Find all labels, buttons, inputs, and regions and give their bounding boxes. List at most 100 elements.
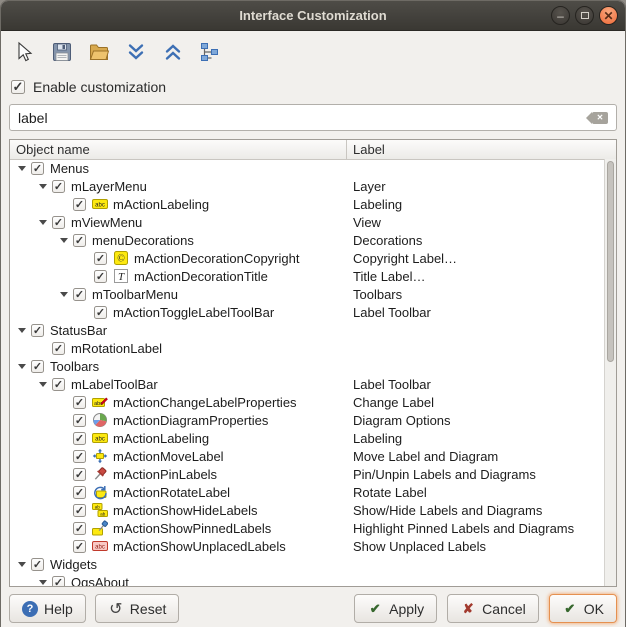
clear-search-icon[interactable] [592, 112, 608, 124]
row-checkbox[interactable] [52, 216, 65, 229]
row-checkbox[interactable] [52, 180, 65, 193]
enable-customization-checkbox[interactable] [11, 80, 25, 94]
tree-row[interactable]: mActionPinLabelsPin/Unpin Labels and Dia… [10, 465, 604, 483]
enable-customization-row: Enable customization [1, 73, 625, 95]
row-checkbox[interactable] [73, 414, 86, 427]
row-checkbox[interactable] [73, 486, 86, 499]
show-unplaced-labels-icon: abc [92, 538, 108, 554]
tree-row[interactable]: mRotationLabel [10, 339, 604, 357]
save-customization-button[interactable] [47, 39, 77, 69]
expander-spacer [56, 430, 73, 446]
reset-button-label: Reset [130, 601, 167, 617]
collapse-all-button[interactable] [158, 39, 188, 69]
title-label-icon: T [113, 268, 129, 284]
expander-arrow-icon[interactable] [35, 376, 52, 392]
expand-all-icon [125, 41, 147, 68]
row-checkbox[interactable] [94, 252, 107, 265]
tree-row[interactable]: TmActionDecorationTitleTitle Label… [10, 267, 604, 285]
tree-row[interactable]: mActionShowPinnedLabelsHighlight Pinned … [10, 519, 604, 537]
expand-all-button[interactable] [121, 39, 151, 69]
tree-row[interactable]: abcmActionChangeLabelPropertiesChange La… [10, 393, 604, 411]
row-checkbox[interactable] [73, 288, 86, 301]
expander-arrow-icon[interactable] [14, 322, 31, 338]
tree-row[interactable]: abcmActionLabelingLabeling [10, 195, 604, 213]
tree-row[interactable]: mLayerMenuLayer [10, 177, 604, 195]
change-label-icon: abc [92, 394, 108, 410]
tree-row[interactable]: Menus [10, 159, 604, 177]
expander-arrow-icon[interactable] [14, 556, 31, 572]
tree-row[interactable]: mToolbarMenuToolbars [10, 285, 604, 303]
tree-row[interactable]: menuDecorationsDecorations [10, 231, 604, 249]
row-checkbox[interactable] [73, 540, 86, 553]
tree-row[interactable]: mActionRotateLabelRotate Label [10, 483, 604, 501]
tree-row[interactable]: abc mActionShowUnplacedLabels Show Unplace… [10, 537, 604, 555]
row-checkbox[interactable] [73, 432, 86, 445]
row-label: Show Unplaced Labels [353, 539, 486, 554]
load-customization-button[interactable] [84, 39, 114, 69]
expander-arrow-icon[interactable] [35, 574, 52, 586]
scrollbar-thumb[interactable] [607, 161, 614, 362]
row-checkbox[interactable] [73, 468, 86, 481]
help-button[interactable]: Help [9, 594, 86, 623]
tree-row[interactable]: QgsAbout [10, 573, 604, 586]
expander-spacer [56, 448, 73, 464]
row-checkbox[interactable] [73, 234, 86, 247]
row-checkbox[interactable] [73, 522, 86, 535]
tree-row[interactable]: Widgets [10, 555, 604, 573]
widget-select-button[interactable] [10, 39, 40, 69]
row-label: Label Toolbar [353, 305, 431, 320]
minimize-button[interactable]: – [551, 6, 570, 25]
row-label: Move Label and Diagram [353, 449, 498, 464]
expander-arrow-icon[interactable] [14, 160, 31, 176]
tree-row[interactable]: mActionDiagramPropertiesDiagram Options [10, 411, 604, 429]
tree-row[interactable]: mActionToggleLabelToolBarLabel Toolbar [10, 303, 604, 321]
expander-arrow-icon[interactable] [56, 232, 73, 248]
row-checkbox[interactable] [73, 450, 86, 463]
apply-button[interactable]: Apply [354, 594, 437, 623]
column-header-label[interactable]: Label [347, 140, 616, 159]
expander-arrow-icon[interactable] [35, 178, 52, 194]
row-checkbox[interactable] [73, 198, 86, 211]
cancel-button[interactable]: Cancel [447, 594, 539, 623]
tree-row[interactable]: abcmActionLabelingLabeling [10, 429, 604, 447]
expander-arrow-icon[interactable] [14, 358, 31, 374]
row-checkbox[interactable] [52, 378, 65, 391]
tree-row[interactable]: mViewMenuView [10, 213, 604, 231]
close-button[interactable]: ✕ [599, 6, 618, 25]
expander-spacer [77, 304, 94, 320]
ok-button[interactable]: OK [549, 594, 617, 623]
tree-row[interactable]: mActionMoveLabelMove Label and Diagram [10, 447, 604, 465]
tree-row[interactable]: Toolbars [10, 357, 604, 375]
row-label: Pin/Unpin Labels and Diagrams [353, 467, 536, 482]
row-checkbox[interactable] [31, 360, 44, 373]
row-checkbox[interactable] [31, 558, 44, 571]
pin-labels-icon [92, 466, 108, 482]
titlebar[interactable]: Interface Customization – ✕ [1, 1, 625, 31]
row-checkbox[interactable] [31, 162, 44, 175]
select-all-button[interactable] [195, 39, 225, 69]
tree-row[interactable]: mLabelToolBarLabel Toolbar [10, 375, 604, 393]
row-checkbox[interactable] [94, 270, 107, 283]
row-object-name: mActionShowUnplacedLabels [113, 539, 286, 554]
expander-arrow-icon[interactable] [35, 214, 52, 230]
toolbar [1, 31, 625, 73]
search-input[interactable] [9, 104, 617, 131]
tree-row[interactable]: ababmActionShowHideLabelsShow/Hide Label… [10, 501, 604, 519]
reset-button[interactable]: Reset [95, 594, 180, 623]
row-checkbox[interactable] [73, 396, 86, 409]
row-checkbox[interactable] [52, 576, 65, 587]
row-checkbox[interactable] [52, 342, 65, 355]
row-checkbox[interactable] [31, 324, 44, 337]
row-checkbox[interactable] [73, 504, 86, 517]
expander-arrow-icon[interactable] [56, 286, 73, 302]
maximize-button[interactable] [575, 6, 594, 25]
row-label: Copyright Label… [353, 251, 457, 266]
tree-row[interactable]: ©mActionDecorationCopyrightCopyright Lab… [10, 249, 604, 267]
rotate-label-icon [92, 484, 108, 500]
tree-select-icon [199, 41, 221, 68]
row-checkbox[interactable] [94, 306, 107, 319]
tree-row[interactable]: StatusBar [10, 321, 604, 339]
row-object-name: mLayerMenu [71, 179, 147, 194]
column-header-object-name[interactable]: Object name [10, 140, 347, 159]
vertical-scrollbar[interactable] [604, 159, 616, 586]
